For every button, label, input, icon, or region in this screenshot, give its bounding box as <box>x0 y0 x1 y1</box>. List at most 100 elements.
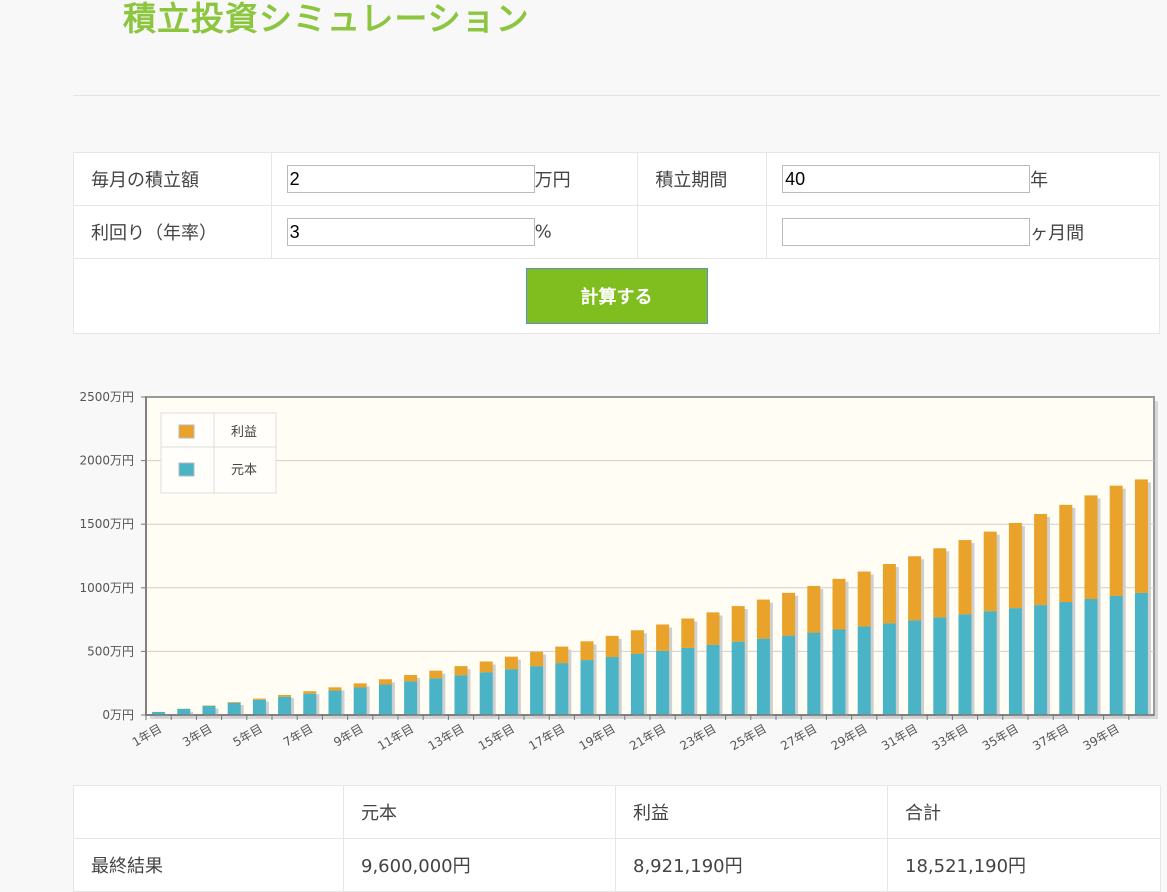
bar-profit <box>455 666 468 675</box>
x-tick-label: 37年目 <box>1030 721 1071 753</box>
bar-23年目 <box>707 612 723 718</box>
bar-principal <box>530 666 543 715</box>
bar-principal <box>807 633 820 715</box>
bar-principal <box>1059 602 1072 715</box>
monthly-amount-label: 毎月の積立額 <box>74 153 272 206</box>
bar-principal <box>631 654 644 715</box>
bar-profit <box>959 540 972 614</box>
result-table: 元本 利益 合計 最終結果 9,600,000円 8,921,190円 18,5… <box>73 785 1161 892</box>
monthly-amount-input[interactable] <box>287 165 535 193</box>
bar-13年目 <box>455 666 471 718</box>
bar-principal <box>253 700 266 715</box>
result-header-total: 合計 <box>888 786 1161 839</box>
y-tick-label: 0万円 <box>102 708 134 722</box>
bar-29年目 <box>858 572 874 718</box>
bar-principal <box>379 684 392 715</box>
bar-principal <box>833 630 846 715</box>
bar-14年目 <box>480 661 496 718</box>
bar-principal <box>757 639 770 715</box>
bar-principal <box>681 648 694 715</box>
bar-profit <box>253 699 266 700</box>
bar-profit <box>1085 495 1098 599</box>
y-tick-label: 2500万円 <box>79 390 134 404</box>
bar-15年目 <box>505 657 521 718</box>
bar-31年目 <box>908 556 924 718</box>
bar-principal <box>278 697 291 715</box>
x-tick-label: 31年目 <box>879 721 920 753</box>
period-months-input[interactable] <box>782 218 1030 246</box>
bar-profit <box>404 675 417 681</box>
x-tick-label: 23年目 <box>677 721 718 753</box>
bar-38年目 <box>1085 495 1101 718</box>
bar-profit <box>656 624 669 650</box>
x-tick-label: 33年目 <box>929 721 970 753</box>
bar-39年目 <box>1110 486 1126 718</box>
simulation-form: 毎月の積立額 万円 積立期間 年 利回り（年率） % ヶ月間 計算する <box>73 152 1160 334</box>
bar-principal <box>455 675 468 715</box>
page-title: 積立投資シミュレーション <box>123 0 530 40</box>
bar-40年目 <box>1135 479 1151 718</box>
bar-principal <box>404 681 417 715</box>
bar-profit <box>1059 505 1072 602</box>
calculate-button[interactable]: 計算する <box>526 268 708 324</box>
period-years-input[interactable] <box>782 165 1030 193</box>
rate-input[interactable] <box>287 218 535 246</box>
bar-principal <box>429 678 442 715</box>
x-tick-label: 13年目 <box>425 721 466 753</box>
bar-principal <box>707 645 720 715</box>
rate-unit: % <box>535 222 552 243</box>
x-tick-label: 1年目 <box>130 721 164 749</box>
bar-principal <box>303 694 316 715</box>
bar-26年目 <box>782 593 798 718</box>
bar-profit <box>833 579 846 630</box>
result-total-value: 18,521,190円 <box>888 839 1161 892</box>
bar-21年目 <box>656 624 672 718</box>
period-years-unit: 年 <box>1030 170 1048 191</box>
y-tick-label: 500万円 <box>87 644 134 658</box>
x-tick-label: 21年目 <box>627 721 668 753</box>
x-tick-label: 27年目 <box>778 721 819 753</box>
bar-profit <box>303 691 316 693</box>
bar-principal <box>933 617 946 715</box>
bar-principal <box>203 706 216 715</box>
y-tick-label: 2000万円 <box>79 454 134 468</box>
x-tick-label: 39年目 <box>1081 721 1122 753</box>
bar-principal <box>555 663 568 715</box>
bar-profit <box>379 679 392 684</box>
bar-profit <box>581 641 594 660</box>
bar-profit <box>908 556 921 620</box>
x-tick-label: 7年目 <box>281 721 315 749</box>
x-tick-label: 15年目 <box>476 721 517 753</box>
result-row-label: 最終結果 <box>74 839 344 892</box>
result-header-row: 元本 利益 合計 <box>74 786 1161 839</box>
x-tick-label: 11年目 <box>375 721 416 753</box>
bar-principal <box>732 642 745 715</box>
bar-profit <box>681 619 694 648</box>
x-tick-label: 35年目 <box>980 721 1021 753</box>
bar-32年目 <box>933 548 949 718</box>
y-tick-label: 1500万円 <box>79 517 134 531</box>
bar-20年目 <box>631 630 647 718</box>
x-tick-label: 9年目 <box>331 721 365 749</box>
bar-profit <box>505 657 518 670</box>
bar-principal <box>177 709 190 715</box>
bar-9年目 <box>354 683 370 718</box>
bar-principal <box>1110 596 1123 715</box>
rate-label: 利回り（年率） <box>74 206 272 259</box>
bar-24年目 <box>732 606 748 718</box>
bar-principal <box>1034 605 1047 715</box>
bar-principal <box>329 691 342 715</box>
bar-profit <box>530 652 543 666</box>
title-divider <box>73 95 1160 96</box>
bar-profit <box>631 630 644 654</box>
bar-profit <box>480 661 493 672</box>
bar-principal <box>908 620 921 715</box>
bar-profit <box>228 702 241 703</box>
chart-legend: 利益元本 <box>161 413 276 493</box>
bar-principal <box>1009 608 1022 715</box>
result-profit-value: 8,921,190円 <box>616 839 888 892</box>
bar-principal <box>1085 599 1098 715</box>
bar-profit <box>1009 523 1022 608</box>
result-header-empty <box>74 786 344 839</box>
bar-principal <box>656 651 669 715</box>
